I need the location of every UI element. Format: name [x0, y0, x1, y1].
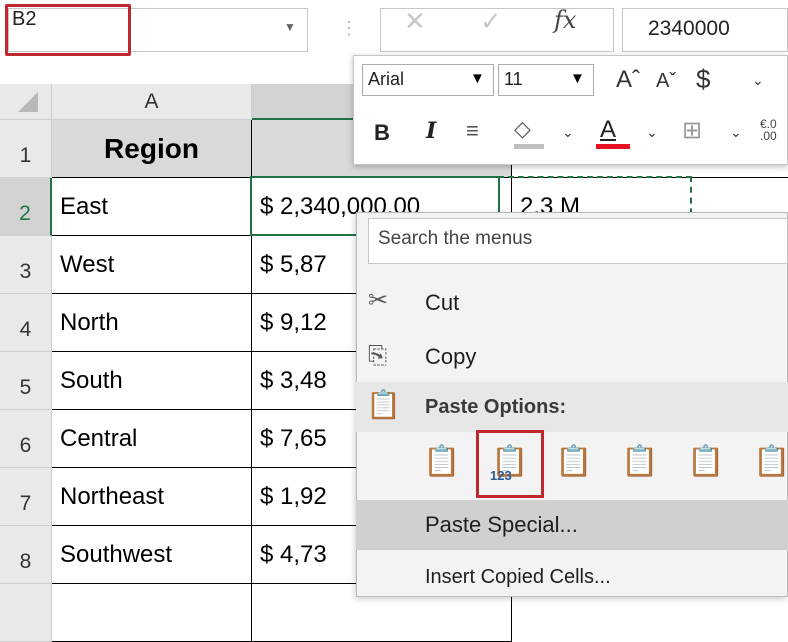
size-dropdown-icon[interactable]: ▼ [570, 70, 585, 87]
font-dropdown-icon[interactable]: ▼ [470, 70, 485, 87]
cell-a7[interactable]: Northeast [52, 468, 252, 526]
row-header-4[interactable]: 4 [0, 294, 52, 352]
font-size-value: 11 [504, 69, 523, 89]
cell-a3[interactable]: West [52, 236, 252, 294]
fill-color-icon[interactable]: ◇ [514, 116, 531, 142]
center-align-icon[interactable]: ≡ [466, 118, 479, 144]
row-header-2[interactable]: 2 [0, 178, 52, 236]
bold-button[interactable]: B [374, 120, 390, 146]
column-header-a[interactable]: A [52, 84, 252, 120]
paste-options-label: Paste Options: [425, 396, 567, 418]
row-header-7[interactable]: 7 [0, 468, 52, 526]
paste-options-header [356, 382, 788, 432]
cell-a8[interactable]: Southwest [52, 526, 252, 584]
paste-formatting-icon[interactable]: 📋 [684, 440, 728, 484]
copy-icon: ⎘ [368, 342, 388, 369]
row-header-6[interactable]: 6 [0, 410, 52, 468]
row-header-9[interactable] [0, 584, 52, 642]
cell-a2[interactable]: East [52, 178, 252, 236]
row-header-8[interactable]: 8 [0, 526, 52, 584]
scissors-icon: ✂ [368, 287, 389, 314]
cell-a4[interactable]: North [52, 294, 252, 352]
menu-search-placeholder: Search the menus [378, 228, 533, 249]
menu-item-paste-special[interactable]: Paste Special... [425, 512, 578, 538]
menu-item-cut[interactable]: Cut [425, 290, 459, 316]
fill-color-swatch [514, 144, 544, 149]
formula-value: 2340000 [648, 17, 730, 40]
chevron-down-icon[interactable]: ▼ [284, 20, 296, 34]
decrease-font-size-button[interactable]: Aˇ [656, 70, 676, 93]
menu-item-insert-copied-cells[interactable]: Insert Copied Cells... [425, 566, 611, 589]
increase-font-size-button[interactable]: Aˆ [616, 66, 640, 94]
insert-function-button[interactable]: fx [554, 6, 576, 34]
formula-bar-grip-icon: ⋮ [340, 18, 358, 38]
font-name-value: Arial [368, 69, 405, 89]
italic-button[interactable]: I [426, 118, 436, 144]
paste-values-highlight [476, 430, 544, 498]
cell-a9[interactable] [52, 584, 252, 642]
select-all-triangle-icon [18, 92, 38, 112]
cancel-icon[interactable]: ✕ [404, 6, 426, 37]
row-header-5[interactable]: 5 [0, 352, 52, 410]
menu-item-copy[interactable]: Copy [425, 344, 476, 370]
accounting-dropdown-icon[interactable]: ⌄ [752, 72, 764, 89]
row-header-1[interactable]: 1 [0, 120, 52, 178]
cell-a5[interactable]: South [52, 352, 252, 410]
cell-a6[interactable]: Central [52, 410, 252, 468]
cell-a1-header[interactable]: Region [52, 120, 252, 178]
accounting-format-button[interactable]: $ [696, 64, 710, 95]
name-box-highlight [5, 4, 131, 56]
borders-icon[interactable]: ⊞ [682, 116, 702, 145]
enter-icon[interactable]: ✓ [480, 6, 502, 37]
font-color-icon[interactable]: A [600, 116, 616, 144]
increase-decimal-icon[interactable]: €.0.00 [760, 118, 777, 142]
font-color-dropdown-icon[interactable]: ⌄ [646, 124, 658, 141]
font-color-swatch [596, 144, 630, 149]
clipboard-icon: 📋 [366, 389, 401, 420]
paste-formulas-icon[interactable]: 📋 [552, 440, 596, 484]
paste-transpose-icon[interactable]: 📋 [618, 440, 662, 484]
paste-icon[interactable]: 📋 [420, 440, 464, 484]
borders-dropdown-icon[interactable]: ⌄ [730, 124, 742, 141]
fill-color-dropdown-icon[interactable]: ⌄ [562, 124, 574, 141]
paste-link-icon[interactable]: 📋 [750, 440, 788, 484]
row-header-3[interactable]: 3 [0, 236, 52, 294]
